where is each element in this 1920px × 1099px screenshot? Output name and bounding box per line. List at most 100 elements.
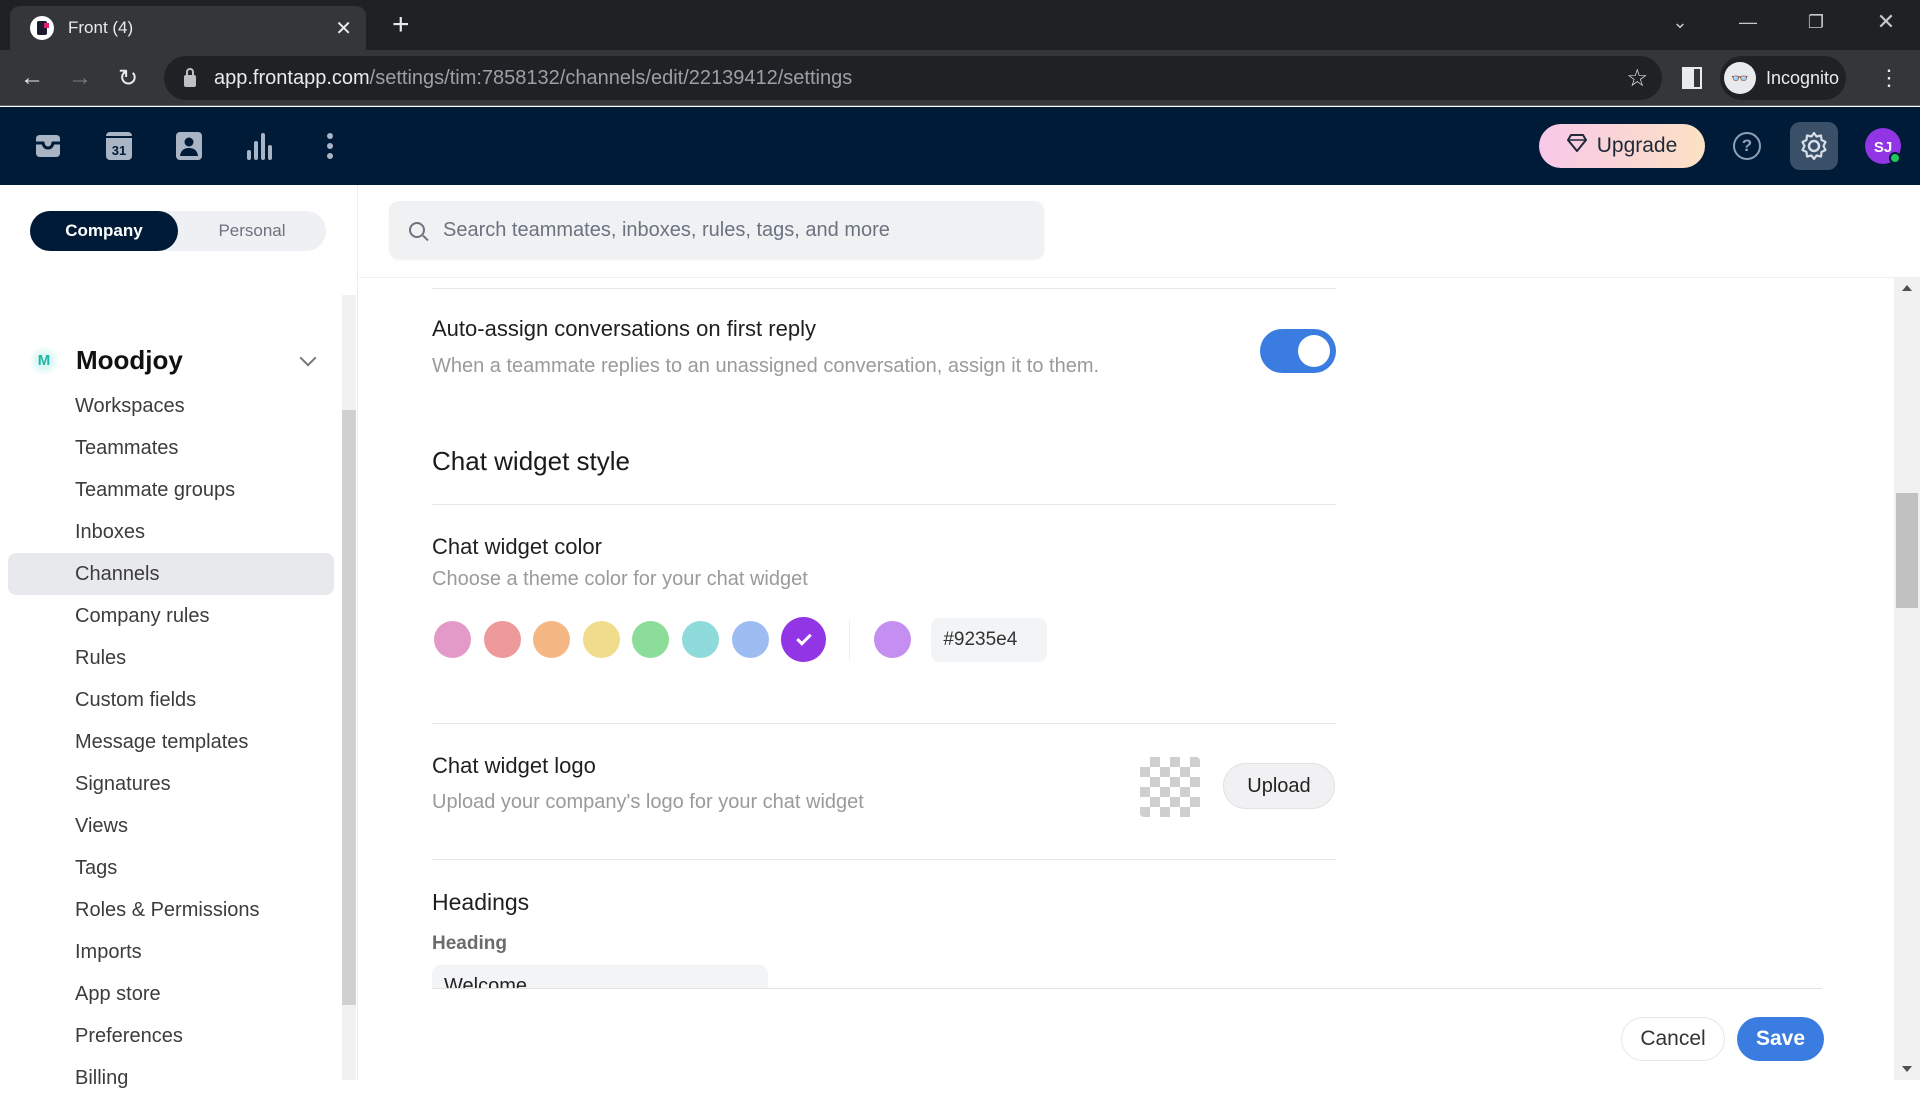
sidebar-item-tags[interactable]: Tags [8,847,334,889]
main-scrollbar[interactable] [1894,277,1920,1080]
calendar-icon[interactable]: 31 [102,129,136,163]
inbox-icon[interactable] [31,129,65,163]
contacts-icon[interactable] [172,129,206,163]
front-logo-icon [30,16,54,40]
search-placeholder: Search teammates, inboxes, rules, tags, … [443,218,890,241]
sidebar-item-imports[interactable]: Imports [8,931,334,973]
user-avatar[interactable]: SJ [1865,128,1901,164]
chevron-down-icon[interactable] [299,349,317,366]
color-swatch-yellow[interactable] [582,621,620,658]
main-scrollbar-thumb[interactable] [1896,493,1918,608]
chat-widget-logo-title: Chat widget logo [432,753,596,778]
hex-color-input[interactable]: #9235e4 [931,617,1048,662]
lock-icon [184,68,196,87]
tab-search-icon[interactable]: ⌄ [1650,0,1710,44]
forward-icon[interactable]: → [62,60,98,96]
upgrade-label: Upgrade [1596,134,1678,157]
tab-personal[interactable]: Personal [178,211,326,251]
upgrade-button[interactable]: Upgrade [1539,124,1705,168]
upload-button[interactable]: Upload [1223,763,1335,809]
analytics-icon[interactable] [243,129,277,163]
divider [432,288,1336,289]
org-badge: M [30,346,58,375]
scroll-up-arrow-icon[interactable] [1902,285,1912,291]
heading-field-label: Heading [432,933,507,954]
color-swatch-pink[interactable] [434,621,471,658]
minimize-icon[interactable]: — [1718,0,1778,44]
tab-close-icon[interactable]: ✕ [335,16,352,41]
divider [432,859,1336,860]
sidebar-item-billing[interactable]: Billing [8,1057,334,1099]
sidebar-item-workspaces[interactable]: Workspaces [8,385,334,427]
auto-assign-toggle[interactable] [1260,329,1336,373]
save-button[interactable]: Save [1737,1017,1824,1061]
org-header[interactable]: M Moodjoy [30,345,320,376]
online-status-dot [1889,152,1901,164]
settings-search-input[interactable]: Search teammates, inboxes, rules, tags, … [389,201,1044,259]
footer-divider [432,988,1822,989]
sidebar-item-teammates[interactable]: Teammates [8,427,334,469]
restore-icon[interactable]: ❐ [1786,0,1846,44]
color-swatch-orange[interactable] [533,621,571,658]
sidebar-item-preferences[interactable]: Preferences [8,1015,334,1057]
more-icon[interactable] [313,129,347,163]
sidebar-scrollbar-thumb[interactable] [342,410,356,1005]
org-name: Moodjoy [76,345,183,375]
back-icon[interactable]: ← [14,60,50,96]
browser-tab[interactable]: Front (4) ✕ [10,6,366,50]
sidebar-item-company-rules[interactable]: Company rules [8,595,334,637]
sidebar-item-teammate-groups[interactable]: Teammate groups [8,469,334,511]
url-path: /settings/tim:7858132/channels/edit/2213… [369,66,853,89]
sidebar-item-message-templates[interactable]: Message templates [8,721,334,763]
app-header: 31 Upgrade ? [0,107,1920,185]
settings-sidebar: Company Personal M Moodjoy Workspaces Te… [0,185,358,1089]
scroll-down-arrow-icon[interactable] [1902,1066,1912,1072]
sidebar-nav: Workspaces Teammates Teammate groups Inb… [8,385,334,1099]
incognito-button[interactable]: 👓 Incognito [1720,56,1846,100]
sidebar-item-rules[interactable]: Rules [8,637,334,679]
settings-main: Search teammates, inboxes, rules, tags, … [359,185,1920,1080]
search-icon [409,222,425,238]
auto-assign-description: When a teammate replies to an unassigned… [432,355,1100,377]
chat-widget-color-description: Choose a theme color for your chat widge… [432,568,808,590]
tab-title: Front (4) [68,18,134,37]
sidebar-item-app-store[interactable]: App store [8,973,334,1015]
divider [432,504,1336,505]
headings-title: Headings [432,889,530,915]
sidebar-item-channels[interactable]: Channels [8,553,334,595]
color-swatch-teal[interactable] [681,621,719,658]
incognito-label: Incognito [1766,67,1840,88]
color-swatches: #9235e4 [434,617,1048,662]
color-swatch-blue[interactable] [731,621,769,658]
color-swatch-green[interactable] [632,621,670,658]
sidebar-item-signatures[interactable]: Signatures [8,763,334,805]
star-icon[interactable]: ☆ [1626,64,1648,93]
top-divider [359,277,1920,278]
chat-widget-logo-description: Upload your company's logo for your chat… [432,791,864,813]
help-icon[interactable]: ? [1733,132,1761,160]
address-bar[interactable]: app.frontapp.com/settings/tim:7858132/ch… [164,56,1662,100]
browser-toolbar: ← → ↻ app.frontapp.com/settings/tim:7858… [0,50,1920,106]
tab-company[interactable]: Company [30,211,178,251]
auto-assign-title: Auto-assign conversations on first reply [432,316,816,341]
side-panel-icon[interactable] [1682,67,1702,89]
sidebar-item-roles-permissions[interactable]: Roles & Permissions [8,889,334,931]
cancel-button[interactable]: Cancel [1621,1017,1725,1061]
url-domain: app.frontapp.com [214,66,370,89]
toggle-knob [1298,335,1330,367]
reload-icon[interactable]: ↻ [110,60,146,96]
chat-widget-color-title: Chat widget color [432,534,602,559]
sidebar-item-views[interactable]: Views [8,805,334,847]
divider [432,723,1336,724]
settings-gear-button[interactable] [1790,122,1838,170]
sidebar-item-custom-fields[interactable]: Custom fields [8,679,334,721]
color-swatch-purple-selected[interactable] [781,617,827,662]
sidebar-item-inboxes[interactable]: Inboxes [8,511,334,553]
new-tab-button[interactable]: + [392,8,410,42]
window-close-icon[interactable]: ✕ [1856,0,1916,44]
swatch-divider [848,619,850,660]
menu-kebab-icon[interactable]: ⋮ [1878,64,1900,92]
custom-color-swatch[interactable] [873,621,911,658]
calendar-day: 31 [112,143,126,158]
color-swatch-red[interactable] [483,621,521,658]
